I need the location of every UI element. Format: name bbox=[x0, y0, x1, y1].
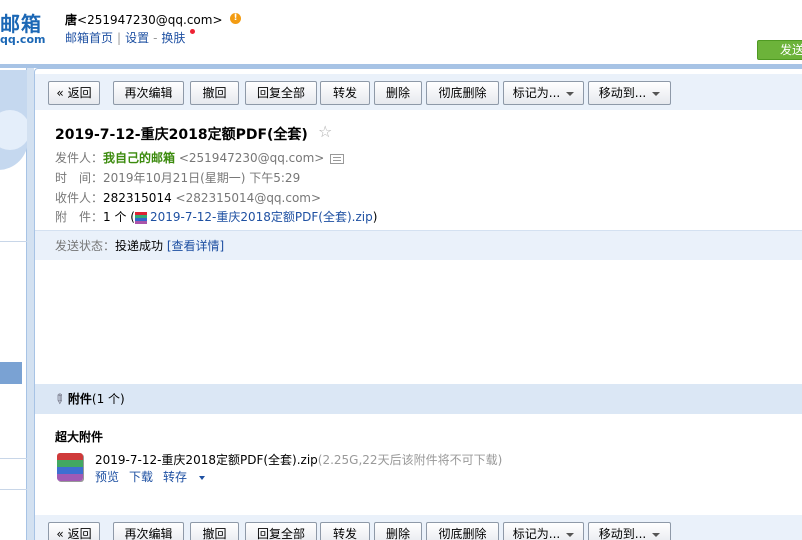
chevron-down-icon bbox=[566, 91, 575, 96]
from-email: <251947230@qq.com> bbox=[178, 151, 325, 165]
attachment-file: 2019-7-12-重庆2018定额PDF(全套).zip(2.25G,22天后… bbox=[95, 451, 502, 468]
back-button[interactable]: « 返回 bbox=[48, 522, 100, 540]
forward-button[interactable]: 转发 bbox=[320, 81, 370, 105]
send-status-label: 发送状态： bbox=[55, 239, 116, 253]
toolbar-top: « 返回 再次编辑 撤回 回复全部 转发 删除 彻底删除 标记为... 移动到.… bbox=[35, 74, 802, 110]
attachment-label: 附 件： bbox=[55, 210, 104, 224]
attachments-bar: ✎附件(1 个) bbox=[35, 384, 802, 414]
vip-icon[interactable]: ! bbox=[230, 13, 241, 24]
chevron-down-icon bbox=[566, 532, 575, 537]
reply-all-button[interactable]: 回复全部 bbox=[245, 81, 317, 105]
preview-link[interactable]: 预览 bbox=[95, 470, 119, 484]
contact-card-icon[interactable] bbox=[330, 153, 345, 164]
to-label: 收件人： bbox=[55, 191, 104, 205]
frame-gap bbox=[27, 68, 34, 540]
save-to-label: 转存 bbox=[163, 470, 188, 484]
attachment-link[interactable]: 2019-7-12-重庆2018定额PDF(全套).zip bbox=[150, 210, 373, 224]
time-value: 2019年10月21日(星期一) 下午5:29 bbox=[103, 171, 301, 185]
to-row: 收件人：282315014 <282315014@qq.com> bbox=[55, 189, 321, 206]
send-status-bar: 发送状态：投递成功 [查看详情] bbox=[35, 230, 802, 260]
chevron-down-icon bbox=[199, 475, 206, 480]
user-info: 唐<251947230@qq.com> bbox=[65, 11, 223, 28]
star-icon[interactable]: ☆ bbox=[318, 122, 332, 141]
send-button[interactable]: 发送 bbox=[757, 40, 802, 60]
time-label: 时 间： bbox=[55, 171, 104, 185]
attachment-filename[interactable]: 2019-7-12-重庆2018定额PDF(全套).zip bbox=[95, 453, 318, 467]
reply-all-button[interactable]: 回复全部 bbox=[245, 522, 317, 540]
mail-read-panel: « 返回 再次编辑 撤回 回复全部 转发 删除 彻底删除 标记为... 移动到.… bbox=[34, 68, 802, 540]
re-edit-button[interactable]: 再次编辑 bbox=[113, 81, 184, 105]
view-details-link[interactable]: [查看详情] bbox=[167, 239, 224, 253]
attachment-file-info: (2.25G,22天后该附件将不可下载) bbox=[317, 453, 503, 467]
mark-as-dropdown[interactable]: 标记为... bbox=[503, 522, 584, 540]
sidebar-item-selected[interactable] bbox=[0, 362, 22, 384]
attachment-actions: 预览 下载 转存 bbox=[95, 468, 225, 485]
attachment-row: 附 件：1 个 ( 2019-7-12-重庆2018定额PDF(全套).zip) bbox=[55, 208, 377, 225]
delete-permanently-button[interactable]: 彻底删除 bbox=[426, 81, 499, 105]
divider: - bbox=[153, 31, 158, 45]
mark-as-dropdown[interactable]: 标记为... bbox=[503, 81, 584, 105]
zip-icon bbox=[134, 211, 147, 224]
mail-subject: 2019-7-12-重庆2018定额PDF(全套) bbox=[55, 127, 308, 143]
toolbar-bottom: « 返回 再次编辑 撤回 回复全部 转发 删除 彻底删除 标记为... 移动到.… bbox=[35, 515, 802, 540]
delete-button[interactable]: 删除 bbox=[374, 81, 422, 105]
forward-button[interactable]: 转发 bbox=[320, 522, 370, 540]
time-row: 时 间：2019年10月21日(星期一) 下午5:29 bbox=[55, 169, 300, 186]
send-status-value: 投递成功 bbox=[115, 239, 164, 253]
sidebar-decoration bbox=[0, 70, 28, 170]
divider: | bbox=[117, 31, 122, 45]
logo-domain: qq.com bbox=[0, 33, 46, 46]
zip-file-icon[interactable] bbox=[57, 453, 83, 481]
recall-button[interactable]: 撤回 bbox=[190, 81, 239, 105]
save-to-dropdown[interactable]: 转存 bbox=[163, 470, 215, 484]
top-links: 邮箱首页 | 设置 - 换肤 bbox=[65, 29, 185, 46]
attachments-area: 超大附件 2019-7-12-重庆2018定额PDF(全套).zip(2.25G… bbox=[35, 414, 802, 514]
download-link[interactable]: 下载 bbox=[129, 470, 153, 484]
left-sidebar bbox=[0, 68, 28, 540]
from-row: 发件人：我自己的邮箱 <251947230@qq.com> bbox=[55, 149, 345, 166]
user-email: <251947230@qq.com> bbox=[77, 13, 223, 27]
re-edit-button[interactable]: 再次编辑 bbox=[113, 522, 184, 540]
move-to-dropdown[interactable]: 移动到... bbox=[588, 522, 671, 540]
settings-link[interactable]: 设置 bbox=[125, 31, 149, 45]
attachment-count-prefix: 1 个 ( bbox=[103, 210, 135, 224]
chevron-down-icon bbox=[652, 91, 661, 96]
sidebar-divider bbox=[0, 241, 27, 242]
mark-as-label: 标记为... bbox=[512, 527, 561, 540]
delete-button[interactable]: 删除 bbox=[374, 522, 422, 540]
sidebar-divider bbox=[0, 458, 27, 459]
to-email: <282315014@qq.com> bbox=[175, 191, 322, 205]
move-to-label: 移动到... bbox=[598, 86, 647, 100]
new-dot-icon bbox=[190, 29, 195, 34]
attachment-count-suffix: ) bbox=[372, 210, 378, 224]
attachments-count: (1 个) bbox=[91, 392, 125, 406]
user-name: 唐 bbox=[65, 13, 78, 27]
mailbox-home-link[interactable]: 邮箱首页 bbox=[65, 31, 113, 45]
skin-link[interactable]: 换肤 bbox=[161, 31, 185, 45]
top-header: 邮箱 qq.com 唐<251947230@qq.com> ! 邮箱首页 | 设置 -… bbox=[0, 0, 802, 64]
to-name[interactable]: 282315014 bbox=[103, 191, 172, 205]
chevron-down-icon bbox=[652, 532, 661, 537]
from-name[interactable]: 我自己的邮箱 bbox=[103, 151, 175, 165]
large-attachment-label: 超大附件 bbox=[55, 430, 104, 444]
delete-permanently-button[interactable]: 彻底删除 bbox=[426, 522, 499, 540]
recall-button[interactable]: 撤回 bbox=[190, 522, 239, 540]
from-label: 发件人： bbox=[55, 151, 104, 165]
move-to-dropdown[interactable]: 移动到... bbox=[588, 81, 671, 105]
sidebar-divider bbox=[0, 489, 27, 490]
move-to-label: 移动到... bbox=[598, 527, 647, 540]
back-button[interactable]: « 返回 bbox=[48, 81, 100, 105]
mark-as-label: 标记为... bbox=[512, 86, 561, 100]
